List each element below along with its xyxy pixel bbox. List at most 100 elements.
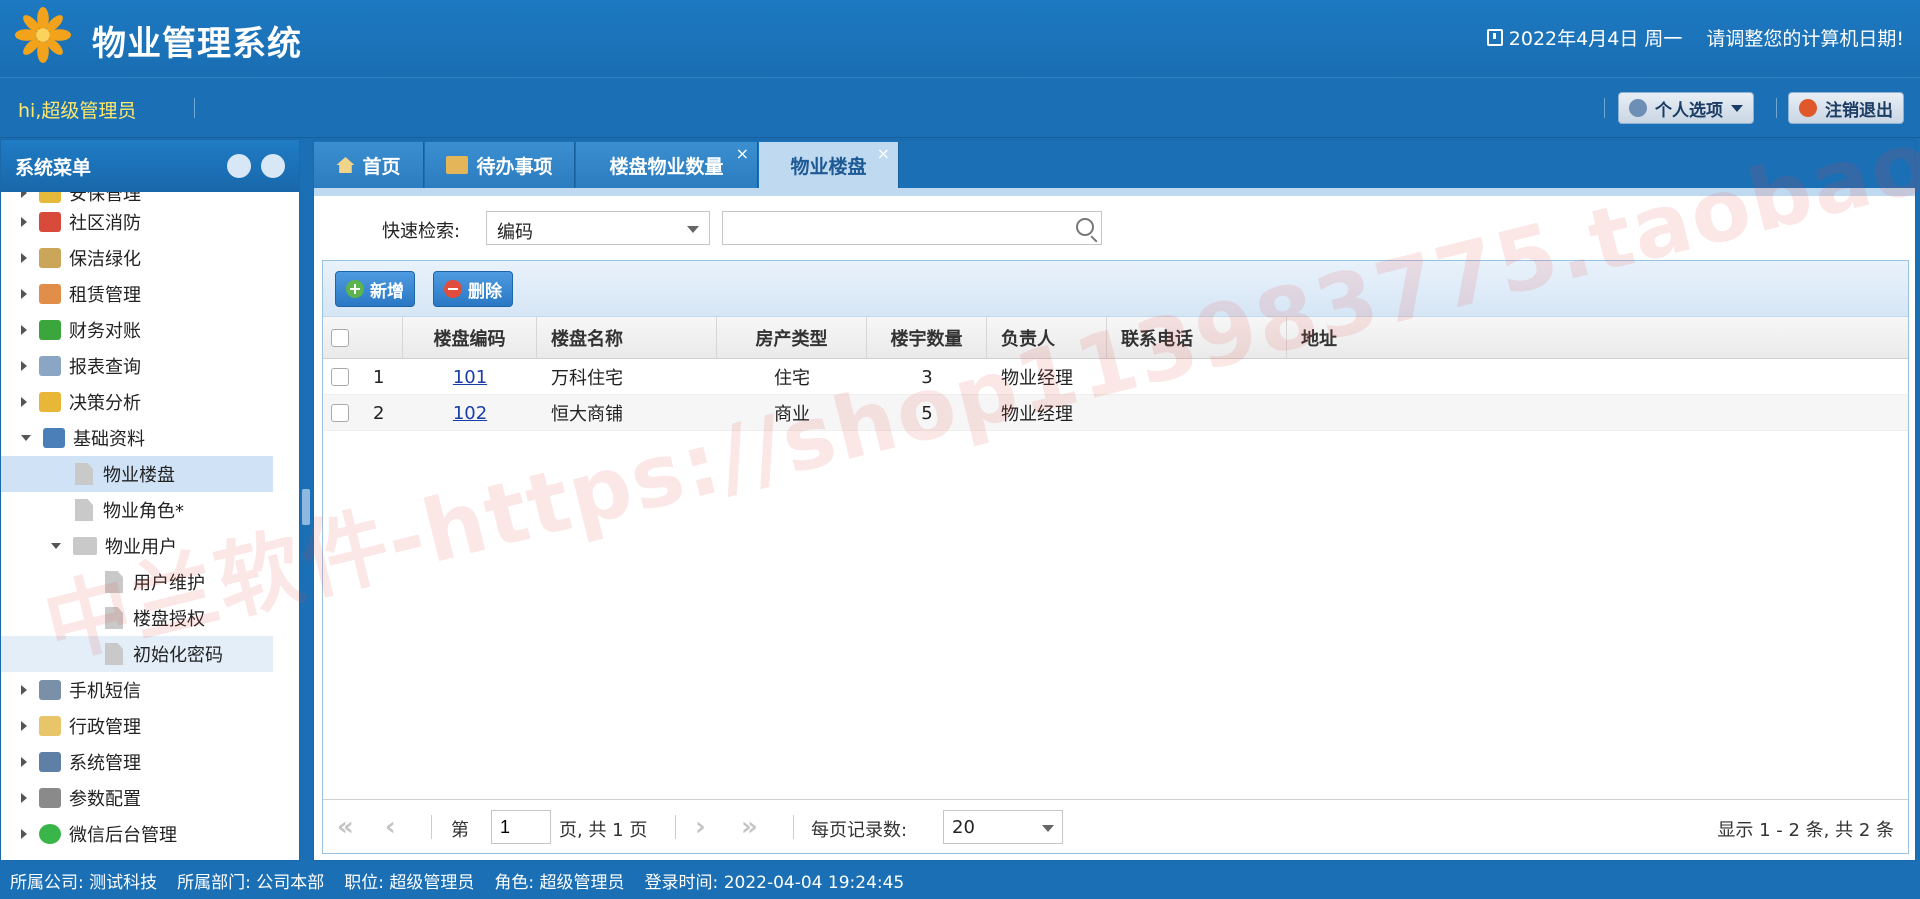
next-page-icon[interactable]: ›: [695, 812, 706, 842]
select-all-cell: [323, 317, 403, 359]
menu-item-system[interactable]: 系统管理: [1, 744, 273, 780]
status-bar: 所属公司: 测试科技 所属部门: 公司本部 职位: 超级管理员 角色: 超级管理…: [0, 861, 1920, 899]
monitor-icon: [39, 752, 61, 772]
row-checkbox[interactable]: [331, 368, 349, 386]
row-number: 2: [373, 402, 385, 424]
expand-arrow-icon[interactable]: [21, 829, 27, 839]
collapse-left-icon[interactable]: [227, 154, 251, 178]
column-header[interactable]: 联系电话: [1107, 317, 1287, 359]
code-link[interactable]: 102: [453, 403, 487, 424]
column-header[interactable]: 地址: [1287, 317, 1908, 359]
menu-item-params[interactable]: 参数配置: [1, 780, 273, 816]
position-info: 职位: 超级管理员: [344, 872, 475, 893]
table-row[interactable]: 2 102 恒大商铺 商业 5 物业经理: [323, 395, 1908, 431]
divider: [675, 815, 676, 839]
expand-arrow-icon[interactable]: [21, 217, 27, 227]
tab-label: 首页: [362, 155, 401, 178]
menu-item-analysis[interactable]: 决策分析: [1, 384, 273, 420]
menu-item-finance[interactable]: 财务对账: [1, 312, 273, 348]
menu-item-basic-data[interactable]: 基础资料: [1, 420, 273, 456]
sidebar-splitter[interactable]: [300, 139, 312, 861]
table-row[interactable]: 1 101 万科住宅 住宅 3 物业经理: [323, 359, 1908, 395]
close-icon[interactable]: ×: [736, 144, 749, 163]
row-checkbox[interactable]: [331, 404, 349, 422]
tab-label: 待办事项: [476, 155, 553, 178]
collapse-arrow-icon[interactable]: [51, 543, 61, 549]
tab-label: 楼盘物业数量: [609, 155, 724, 178]
menu-item-admin[interactable]: 行政管理: [1, 708, 273, 744]
shield-icon: [39, 192, 61, 203]
menu-item-reset-password[interactable]: 初始化密码: [1, 636, 273, 672]
file-icon: [105, 643, 123, 665]
logout-button[interactable]: 注销退出: [1788, 92, 1904, 124]
search-icon[interactable]: [1076, 218, 1094, 236]
expand-arrow-icon[interactable]: [21, 793, 27, 803]
tab-building-count[interactable]: 楼盘物业数量 ×: [576, 142, 758, 188]
column-header[interactable]: 楼盘编码: [403, 317, 537, 359]
add-label: 新增: [370, 281, 404, 302]
date-warning: 请调整您的计算机日期!: [1706, 28, 1904, 50]
expand-arrow-icon[interactable]: [21, 397, 27, 407]
menu-item-label: 物业用户: [105, 537, 177, 558]
tab-label: 物业楼盘: [790, 155, 867, 178]
logo-icon: [14, 6, 72, 64]
tab-property-building[interactable]: 物业楼盘 ×: [759, 142, 899, 188]
file-icon: [75, 499, 93, 521]
tab-todo[interactable]: 待办事项: [425, 142, 575, 188]
expand-arrow-icon[interactable]: [21, 721, 27, 731]
tab-home[interactable]: 首页: [314, 142, 424, 188]
add-button[interactable]: 新增: [335, 271, 415, 307]
column-header[interactable]: 负责人: [987, 317, 1107, 359]
gear-icon[interactable]: [261, 154, 285, 178]
menu-item-label: 物业角色*: [103, 501, 184, 522]
menu-item-wechat[interactable]: 微信后台管理: [1, 816, 273, 852]
collapse-arrow-icon[interactable]: [21, 435, 31, 441]
expand-arrow-icon[interactable]: [21, 757, 27, 767]
expand-arrow-icon[interactable]: [21, 192, 27, 198]
delete-icon: [444, 280, 462, 298]
logout-label: 注销退出: [1825, 100, 1893, 121]
expand-arrow-icon[interactable]: [21, 289, 27, 299]
expand-arrow-icon[interactable]: [21, 325, 27, 335]
search-input[interactable]: [722, 211, 1102, 245]
column-header[interactable]: 楼宇数量: [867, 317, 987, 359]
todo-icon: [446, 156, 469, 174]
close-icon[interactable]: ×: [877, 144, 890, 163]
add-icon: [346, 280, 364, 298]
search-field-select[interactable]: 编码: [486, 211, 710, 245]
menu-item-property-user[interactable]: 物业用户: [1, 528, 273, 564]
prev-page-icon[interactable]: ‹: [385, 812, 396, 842]
page-size-label: 每页记录数:: [811, 820, 908, 841]
expand-arrow-icon[interactable]: [21, 361, 27, 371]
first-page-icon[interactable]: «: [337, 812, 354, 842]
quick-search: 快速检索: 编码: [314, 200, 1915, 250]
delete-button[interactable]: 删除: [433, 271, 513, 307]
menu-item-sms[interactable]: 手机短信: [1, 672, 273, 708]
personal-options-button[interactable]: 个人选项: [1618, 92, 1754, 124]
menu-item-fire[interactable]: 社区消防: [1, 204, 273, 240]
splitter-handle[interactable]: [302, 489, 310, 525]
main-panel: 首页 待办事项 楼盘物业数量 × 物业楼盘 × 快速检索: 编码 新增 删除 楼…: [313, 139, 1916, 861]
column-header[interactable]: 房产类型: [717, 317, 867, 359]
column-header[interactable]: 楼盘名称: [537, 317, 717, 359]
menu-item-building-auth[interactable]: 楼盘授权: [1, 600, 273, 636]
select-all-checkbox[interactable]: [331, 329, 349, 347]
file-icon: [105, 607, 123, 629]
expand-arrow-icon[interactable]: [21, 253, 27, 263]
role-info: 角色: 超级管理员: [494, 872, 625, 893]
menu-item-cleaning[interactable]: 保洁绿化: [1, 240, 273, 276]
name-cell: 恒大商铺: [551, 404, 623, 425]
menu-item-property-building[interactable]: 物业楼盘: [1, 456, 273, 492]
row-checkbox-cell: [331, 395, 349, 431]
menu-item-lease[interactable]: 租赁管理: [1, 276, 273, 312]
menu-item-reports[interactable]: 报表查询: [1, 348, 273, 384]
menu-item-property-role[interactable]: 物业角色*: [1, 492, 273, 528]
page-number-input[interactable]: [491, 810, 551, 844]
last-page-icon[interactable]: »: [741, 812, 758, 842]
menu-item-user-maintenance[interactable]: 用户维护: [1, 564, 273, 600]
page-size-select[interactable]: 20: [943, 810, 1063, 844]
file-icon: [75, 463, 93, 485]
expand-arrow-icon[interactable]: [21, 685, 27, 695]
code-link[interactable]: 101: [453, 367, 487, 388]
table-header: 楼盘编码 楼盘名称 房产类型 楼宇数量 负责人 联系电话 地址: [323, 317, 1908, 359]
